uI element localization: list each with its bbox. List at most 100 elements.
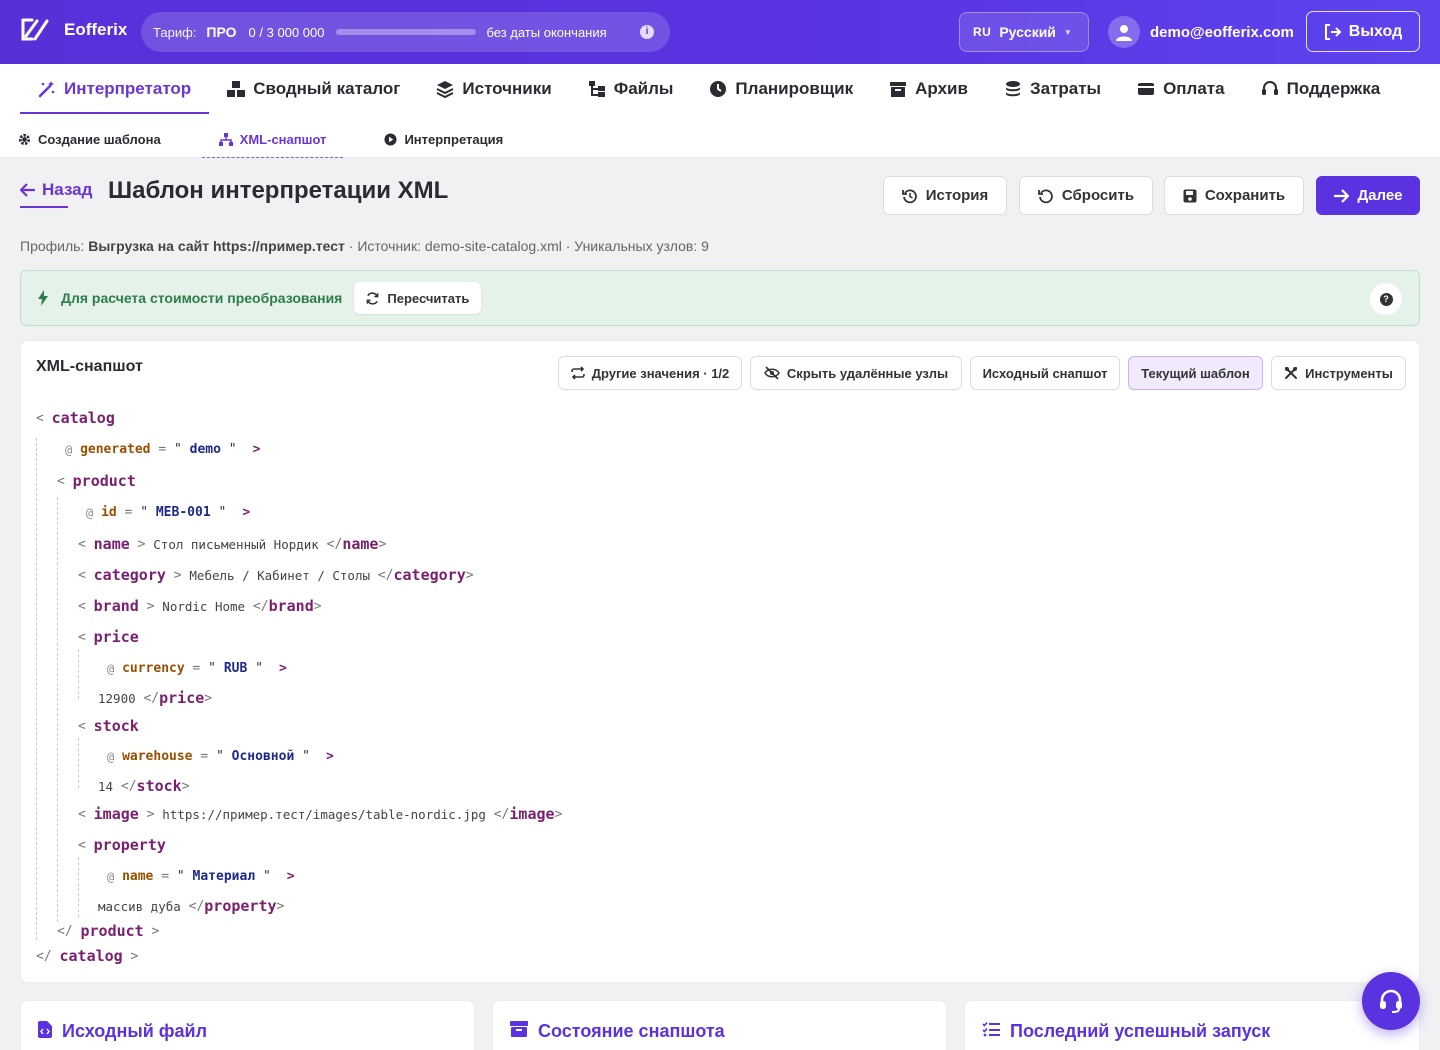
xml-at: @ xyxy=(86,505,94,520)
tab-interpretation[interactable]: Интерпретация xyxy=(384,120,503,158)
reset-button[interactable]: Сбросить xyxy=(1019,176,1153,215)
help-button[interactable]: ? xyxy=(1370,283,1402,315)
xml-attribute[interactable]: @ generated = " demo " > xyxy=(65,442,260,457)
xml-attribute[interactable]: @ warehouse = " Основной " > xyxy=(107,749,334,764)
xml-text: массив дуба xyxy=(98,898,181,914)
xml-at: @ xyxy=(65,442,73,457)
headset-icon xyxy=(1261,81,1278,95)
xml-quote: " xyxy=(176,869,185,884)
repeat-icon xyxy=(570,366,585,380)
xml-text-close[interactable]: массив дуба </property > xyxy=(98,897,284,915)
arrow-left-icon xyxy=(20,183,35,197)
unique-nodes: · Уникальных узлов: 9 xyxy=(561,238,709,254)
nav-item-costs[interactable]: Затраты xyxy=(986,64,1119,114)
xml-gt: > xyxy=(242,505,251,520)
xml-tag-name: stock xyxy=(93,717,139,735)
avatar xyxy=(1108,16,1140,48)
undo-icon xyxy=(1038,188,1053,203)
folder-tree-icon xyxy=(588,81,605,97)
tools-button[interactable]: Инструменты xyxy=(1271,356,1406,390)
xml-node-stock[interactable]: < stock xyxy=(78,717,139,735)
cost-alert: Для расчета стоимости преобразования Пер… xyxy=(20,270,1420,326)
xml-close-open: </ xyxy=(143,690,160,706)
nav-item-payment[interactable]: Оплата xyxy=(1119,64,1243,114)
nav-item-catalog[interactable]: Сводный каталог xyxy=(209,64,418,114)
logout-button[interactable]: Выход xyxy=(1306,11,1420,52)
nav-item-sources[interactable]: Источники xyxy=(418,64,569,114)
save-button[interactable]: Сохранить xyxy=(1164,176,1304,215)
recalculate-button[interactable]: Пересчитать xyxy=(354,282,482,314)
xml-node-product[interactable]: < product xyxy=(57,472,136,490)
tree-guide xyxy=(78,738,79,788)
xml-node-property[interactable]: < property xyxy=(78,836,166,854)
xml-quote: " xyxy=(255,661,263,676)
history-button[interactable]: История xyxy=(883,176,1007,215)
xml-attr-value: MEB-001 xyxy=(155,505,211,520)
next-button[interactable]: Далее xyxy=(1316,176,1420,215)
nav-item-interpreter[interactable]: Интерпретатор xyxy=(20,64,210,114)
xml-attribute[interactable]: @ currency = " RUB " > xyxy=(107,661,287,676)
xml-tag-name: name xyxy=(342,535,379,553)
eye-slash-icon xyxy=(764,366,780,380)
source-snapshot-button[interactable]: Исходный снапшот xyxy=(970,356,1120,390)
xml-eq: = xyxy=(200,749,209,764)
xml-node-catalog[interactable]: < catalog xyxy=(36,409,115,427)
xml-gt: > xyxy=(313,598,322,614)
other-values-button[interactable]: Другие значения · 1/2 xyxy=(558,356,742,390)
nav-item-scheduler[interactable]: Планировщик xyxy=(691,64,871,114)
user-menu[interactable]: demo@eofferix.com xyxy=(1108,16,1294,48)
file-code-icon xyxy=(38,1021,52,1038)
xml-quote: " xyxy=(228,442,237,457)
xml-close-catalog[interactable]: </ catalog > xyxy=(36,947,138,965)
back-link[interactable]: Назад xyxy=(20,180,92,208)
reset-label: Сбросить xyxy=(1061,187,1135,204)
tab-template-creation[interactable]: Создание шаблона xyxy=(18,120,161,158)
profile-name: Выгрузка на сайт https://пример.тест xyxy=(88,238,345,254)
xml-tag-name: image xyxy=(93,805,139,823)
xml-node-brand[interactable]: < brand > Nordic Home </brand > xyxy=(78,597,322,615)
xml-attribute[interactable]: @ id = " MEB-001 " > xyxy=(86,505,250,520)
xml-eq: = xyxy=(158,442,167,457)
current-template-button[interactable]: Текущий шаблон xyxy=(1128,356,1263,390)
xml-gt: > xyxy=(325,749,334,764)
tariff-expiry: без даты окончания xyxy=(486,24,607,40)
xml-node-category[interactable]: < category > Мебель / Кабинет / Столы </… xyxy=(78,566,474,584)
quota-progress-bar xyxy=(336,29,477,35)
language-code: RU xyxy=(973,25,992,39)
xml-text-close[interactable]: 14 </stock > xyxy=(98,777,190,795)
xml-quote: " xyxy=(302,749,310,764)
xml-tag-name: stock xyxy=(136,777,182,795)
xml-close-product[interactable]: </ product > xyxy=(57,922,159,940)
xml-tag-name: property xyxy=(204,897,277,915)
main-nav: Интерпретатор Сводный каталог Источники … xyxy=(20,64,1398,114)
app-logo[interactable]: Eofferix xyxy=(20,17,127,43)
xml-text: Мебель / Кабинет / Столы xyxy=(189,567,371,583)
nav-item-archive[interactable]: Архив xyxy=(871,64,986,114)
xml-lt: < xyxy=(78,806,86,822)
xml-lt: < xyxy=(78,837,86,853)
xml-attribute[interactable]: @ name = " Материал " > xyxy=(107,869,295,884)
nav-item-label: Источники xyxy=(462,79,552,98)
xml-tag-name: property xyxy=(93,836,166,854)
xml-close-open: </ xyxy=(326,536,343,552)
credit-card-icon xyxy=(1138,83,1155,95)
hide-deleted-label: Скрыть удалённые узлы xyxy=(786,365,949,381)
xml-text: Nordic Home xyxy=(162,598,246,614)
nav-item-label: Оплата xyxy=(1163,79,1225,98)
support-chat-button[interactable] xyxy=(1362,972,1420,1030)
xml-close-open: </ xyxy=(252,598,269,614)
magic-wand-icon xyxy=(38,81,55,98)
xml-attr-name: warehouse xyxy=(122,749,193,764)
info-icon[interactable]: i xyxy=(640,25,654,39)
xml-node-name[interactable]: < name > Стол письменный Нордик </name > xyxy=(78,535,386,553)
xml-text-close[interactable]: 12900 </price > xyxy=(98,689,212,707)
xml-node-image[interactable]: < image > https://пример.тест/images/tab… xyxy=(78,805,562,823)
tab-xml-snapshot[interactable]: XML-снапшот xyxy=(201,120,344,158)
nav-item-support[interactable]: Поддержка xyxy=(1243,64,1399,114)
xml-attr-value: demo xyxy=(189,442,221,457)
language-select[interactable]: RU Русский ▼ xyxy=(959,12,1089,52)
nav-item-files[interactable]: Файлы xyxy=(570,64,692,114)
hide-deleted-button[interactable]: Скрыть удалённые узлы xyxy=(750,356,962,390)
xml-node-price[interactable]: < price xyxy=(78,628,139,646)
xml-gt: > xyxy=(173,567,182,583)
